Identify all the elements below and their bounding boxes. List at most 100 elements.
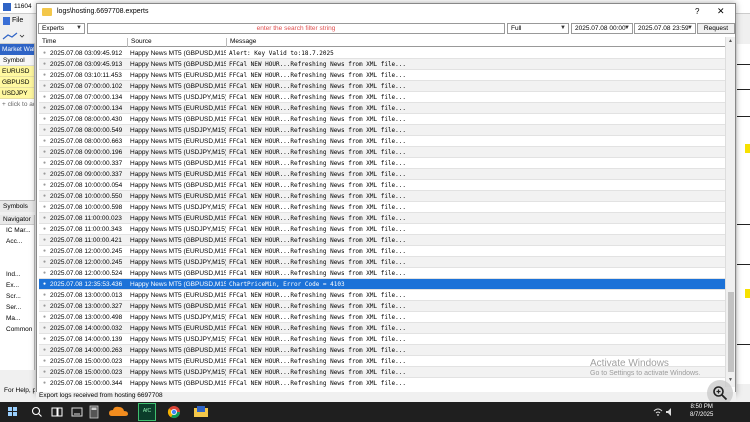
- navigator-item[interactable]: Ma...: [0, 313, 34, 324]
- table-row[interactable]: ● 2025.07.08 11:00:00.023 Happy News MT5 (…: [39, 213, 725, 224]
- clock-time: 8:50 PM: [690, 404, 713, 410]
- cell-time: 2025.07.08 07:00:00.134: [50, 105, 123, 112]
- cell-source: Happy News MT5 (GBPUSD,M15): [130, 281, 226, 288]
- search-input[interactable]: enter the search filter string: [87, 23, 505, 34]
- table-row[interactable]: ● 2025.07.08 13:00:00.013 Happy News MT5 (…: [39, 290, 725, 301]
- toolbar-chart-icon[interactable]: [0, 30, 30, 42]
- log-table: Time Source Message ● 2025.07.08 03:09:45…: [39, 37, 725, 387]
- row-bullet-icon: ●: [43, 237, 47, 243]
- table-row[interactable]: ● 2025.07.08 13:00:00.327 Happy News MT5 (…: [39, 301, 725, 312]
- table-row[interactable]: ● 2025.07.08 07:00:00.134 Happy News MT5 (…: [39, 92, 725, 103]
- navigator-item[interactable]: Ind...: [0, 269, 34, 280]
- column-header-source[interactable]: Source: [128, 38, 227, 47]
- table-row[interactable]: ● 2025.07.08 10:00:00.054 Happy News MT5 (…: [39, 180, 725, 191]
- cell-message: FFCal NEW HOUR...Refreshing News from XM…: [229, 248, 407, 255]
- table-row[interactable]: ● 2025.07.08 12:00:00.245 Happy News MT5 (…: [39, 246, 725, 257]
- cell-source: Happy News MT5 (GBPUSD,M15): [130, 160, 226, 167]
- add-symbol-row[interactable]: + click to add...: [0, 99, 34, 110]
- task-view-icon[interactable]: [50, 405, 64, 419]
- cell-time: 2025.07.08 13:00:00.498: [50, 314, 123, 321]
- row-bullet-icon: ●: [43, 270, 47, 276]
- navigator-item[interactable]: [0, 247, 34, 258]
- table-row[interactable]: ● 2025.07.08 08:00:00.549 Happy News MT5 (…: [39, 125, 725, 136]
- table-row[interactable]: ● 2025.07.08 07:00:00.102 Happy News MT5 (…: [39, 81, 725, 92]
- table-row[interactable]: ● 2025.07.08 13:00:00.498 Happy News MT5 (…: [39, 312, 725, 323]
- cell-source: Happy News MT5 (GBPUSD,M15): [130, 237, 226, 244]
- table-row[interactable]: ● 2025.07.08 12:00:00.524 Happy News MT5 (…: [39, 268, 725, 279]
- table-row[interactable]: ● 2025.07.08 07:00:00.134 Happy News MT5 (…: [39, 103, 725, 114]
- table-row[interactable]: ● 2025.07.08 12:35:53.436 Happy News MT5 (…: [39, 279, 725, 290]
- column-header-message[interactable]: Message: [227, 38, 725, 47]
- close-icon[interactable]: ✕: [717, 6, 725, 17]
- search-icon[interactable]: [30, 405, 44, 419]
- column-header-time[interactable]: Time: [39, 38, 128, 47]
- request-button[interactable]: Request: [697, 23, 735, 34]
- vertical-scrollbar[interactable]: ▲ ▼: [725, 37, 735, 387]
- cloud-app-icon[interactable]: [107, 403, 131, 417]
- navigator-item[interactable]: Ser...: [0, 302, 34, 313]
- navigator-common-tab[interactable]: Common: [0, 324, 34, 335]
- table-row[interactable]: ● 2025.07.08 09:00:00.337 Happy News MT5 (…: [39, 169, 725, 180]
- taskbar-clock[interactable]: 8:50 PM 8/7/2025: [690, 403, 713, 419]
- navigator-item[interactable]: Ex...: [0, 280, 34, 291]
- filter-bar: Experts ▼ enter the search filter string…: [37, 22, 735, 36]
- logs-dialog: logs\hosting.6697708.experts ? ✕ Experts…: [36, 3, 736, 395]
- table-row[interactable]: ● 2025.07.08 14:00:00.032 Happy News MT5 (…: [39, 323, 725, 334]
- table-row[interactable]: ● 2025.07.08 09:00:00.196 Happy News MT5 (…: [39, 147, 725, 158]
- table-row[interactable]: ● 2025.07.08 12:00:00.245 Happy News MT5 (…: [39, 257, 725, 268]
- table-row[interactable]: ● 2025.07.08 08:00:00.663 Happy News MT5 (…: [39, 136, 725, 147]
- table-row[interactable]: ● 2025.07.08 03:09:45.912 Happy News MT5 (…: [39, 48, 725, 59]
- scroll-down-icon[interactable]: ▼: [728, 377, 733, 383]
- table-row[interactable]: ● 2025.07.08 03:10:11.453 Happy News MT5 (…: [39, 70, 725, 81]
- scroll-up-icon[interactable]: ▲: [728, 38, 733, 44]
- wifi-icon[interactable]: [652, 407, 674, 417]
- navigator-item[interactable]: [0, 258, 34, 269]
- navigator-item[interactable]: Acc...: [0, 236, 34, 247]
- source-filter-select[interactable]: Experts ▼: [38, 23, 85, 34]
- chrome-icon[interactable]: [167, 405, 181, 419]
- cell-message: FFCal NEW HOUR...Refreshing News from XM…: [229, 193, 407, 200]
- windows-start-icon[interactable]: [8, 407, 18, 417]
- table-row[interactable]: ● 2025.07.08 14:00:00.263 Happy News MT5 (…: [39, 345, 725, 356]
- table-row[interactable]: ● 2025.07.08 10:00:00.598 Happy News MT5 (…: [39, 202, 725, 213]
- symbol-column-header[interactable]: Symbol: [0, 55, 34, 66]
- table-row[interactable]: ● 2025.07.08 03:09:45.913 Happy News MT5 (…: [39, 59, 725, 70]
- table-row[interactable]: ● 2025.07.08 09:00:00.337 Happy News MT5 (…: [39, 158, 725, 169]
- date-from-picker[interactable]: 2025.07.08 00:00 ▼: [571, 23, 633, 34]
- table-row[interactable]: ● 2025.07.08 10:00:00.550 Happy News MT5 (…: [39, 191, 725, 202]
- symbol-row[interactable]: GBPUSD: [0, 77, 34, 88]
- file-explorer-icon[interactable]: [193, 405, 209, 419]
- scrollbar-thumb[interactable]: [728, 292, 734, 372]
- date-to-picker[interactable]: 2025.07.08 23:59 ▼: [634, 23, 696, 34]
- navigator-item[interactable]: Scr...: [0, 291, 34, 302]
- cell-source: Happy News MT5 (USDJPY,M15): [130, 226, 226, 233]
- task-manager-icon[interactable]: [70, 405, 84, 419]
- menu-file[interactable]: File: [12, 17, 23, 24]
- cell-message: FFCal NEW HOUR...Refreshing News from XM…: [229, 226, 407, 233]
- table-row[interactable]: ● 2025.07.08 11:00:00.343 Happy News MT5 (…: [39, 224, 725, 235]
- symbol-row[interactable]: EURUSD: [0, 66, 34, 77]
- table-row[interactable]: ● 2025.07.08 14:00:00.139 Happy News MT5 (…: [39, 334, 725, 345]
- symbol-row[interactable]: USDJPY: [0, 88, 34, 99]
- tab-symbols[interactable]: Symbols: [3, 203, 28, 210]
- table-row[interactable]: ● 2025.07.08 08:00:00.430 Happy News MT5 (…: [39, 114, 725, 125]
- dialog-title: logs\hosting.6697708.experts: [57, 8, 149, 15]
- help-icon[interactable]: ?: [695, 7, 699, 16]
- row-bullet-icon: ●: [43, 50, 47, 56]
- table-row[interactable]: ● 2025.07.08 15:00:00.344 Happy News MT5 (…: [39, 378, 725, 387]
- row-bullet-icon: ●: [43, 105, 47, 111]
- cell-message: FFCal NEW HOUR...Refreshing News from XM…: [229, 259, 407, 266]
- row-bullet-icon: ●: [43, 193, 47, 199]
- clock-date: 8/7/2025: [690, 412, 714, 418]
- calculator-icon[interactable]: [87, 405, 101, 419]
- table-row[interactable]: ● 2025.07.08 11:00:00.421 Happy News MT5 (…: [39, 235, 725, 246]
- level-filter-select[interactable]: Full ▼: [507, 23, 569, 34]
- chevron-down-icon: ▼: [624, 25, 630, 31]
- cell-message: FFCal NEW HOUR...Refreshing News from XM…: [229, 215, 407, 222]
- row-bullet-icon: ●: [43, 303, 47, 309]
- metatrader-taskbar-button[interactable]: AfC: [138, 403, 156, 421]
- watermark-line-1: Activate Windows: [590, 358, 669, 369]
- cell-time: 2025.07.08 08:00:00.430: [50, 116, 123, 123]
- dialog-title-bar: logs\hosting.6697708.experts ? ✕: [37, 4, 735, 21]
- navigator-item[interactable]: IC Mar...: [0, 225, 34, 236]
